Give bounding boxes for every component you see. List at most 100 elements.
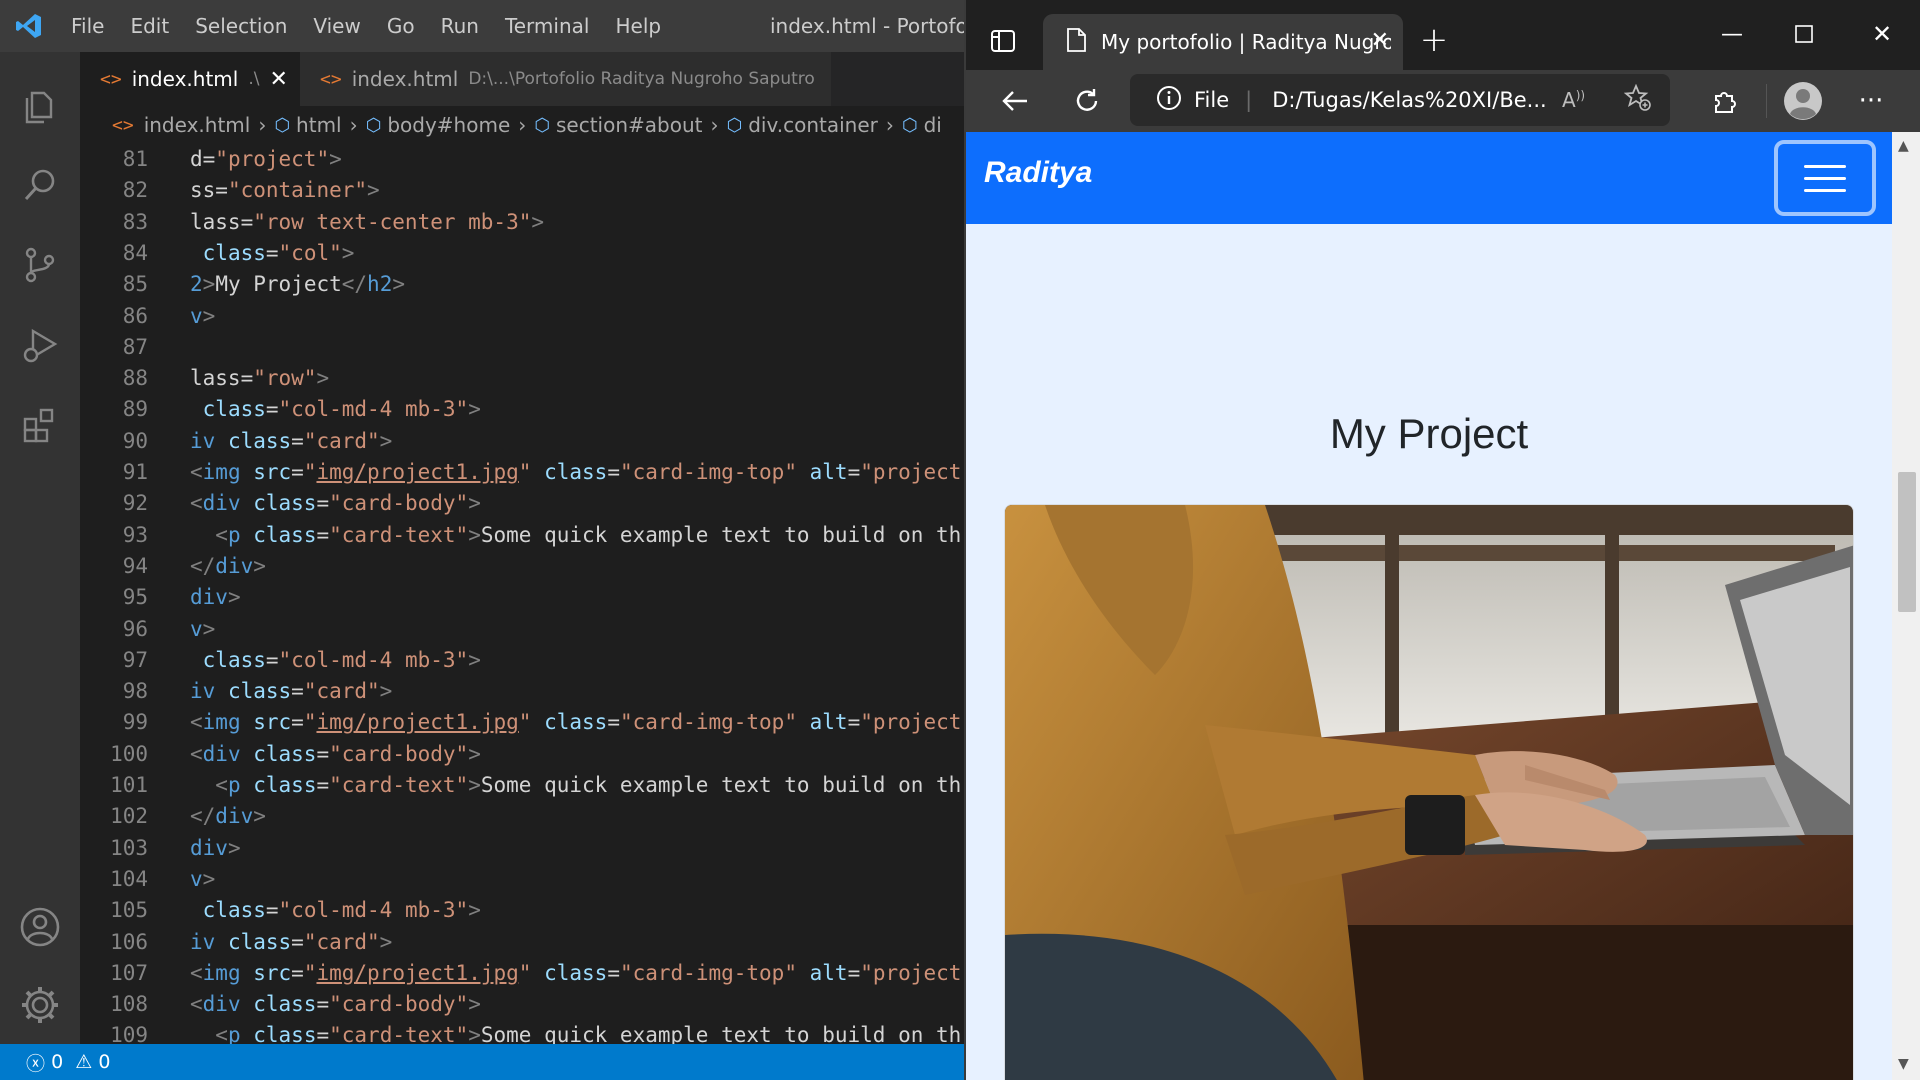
code-text[interactable]: <img src="img/project1.jpg" class="card-… bbox=[190, 958, 961, 989]
explorer-icon[interactable] bbox=[0, 70, 80, 140]
code-line[interactable]: 91 <img src="img/project1.jpg" class="car… bbox=[80, 457, 964, 488]
code-line[interactable]: 107 <img src="img/project1.jpg" class="ca… bbox=[80, 958, 964, 989]
more-options-icon[interactable]: ··· bbox=[1848, 78, 1894, 124]
breadcrumb-section[interactable]: ⬡ section#about bbox=[534, 113, 702, 137]
code-line[interactable]: 85 2>My Project</h2> bbox=[80, 269, 964, 300]
code-line[interactable]: 93 <p class="card-text">Some quick examp… bbox=[80, 520, 964, 551]
code-line[interactable]: 97 class="col-md-4 mb-3"> bbox=[80, 645, 964, 676]
code-line[interactable]: 109 <p class="card-text">Some quick exam… bbox=[80, 1020, 964, 1044]
settings-gear-icon[interactable] bbox=[0, 970, 80, 1040]
code-text[interactable]: v> bbox=[190, 301, 215, 332]
read-aloud-icon[interactable]: A)) bbox=[1562, 88, 1585, 112]
tab-actions-icon[interactable] bbox=[984, 22, 1022, 60]
code-text[interactable]: <p class="card-text">Some quick example … bbox=[190, 1020, 961, 1044]
code-text[interactable]: <div class="card-body"> bbox=[190, 989, 481, 1020]
refresh-icon[interactable] bbox=[1064, 78, 1110, 124]
code-line[interactable]: 86 v> bbox=[80, 301, 964, 332]
code-line[interactable]: 94 </div> bbox=[80, 551, 964, 582]
browser-tab-active[interactable]: My portofolio | Raditya Nugroho Saputro … bbox=[1043, 14, 1403, 70]
code-line[interactable]: 101 <p class="card-text">Some quick exam… bbox=[80, 770, 964, 801]
tab-index-html-other[interactable]: <> index.html D:\...\Portofolio Raditya … bbox=[300, 52, 831, 106]
breadcrumb-file[interactable]: <> index.html bbox=[112, 113, 250, 137]
scroll-up-arrow-icon[interactable]: ▲ bbox=[1898, 138, 1909, 154]
scroll-down-arrow-icon[interactable]: ▼ bbox=[1898, 1056, 1909, 1072]
code-text[interactable]: 2>My Project</h2> bbox=[190, 269, 405, 300]
code-line[interactable]: 83 lass="row text-center mb-3"> bbox=[80, 207, 964, 238]
code-text[interactable]: class="col-md-4 mb-3"> bbox=[190, 645, 481, 676]
code-line[interactable]: 98 iv class="card"> bbox=[80, 676, 964, 707]
maximize-icon[interactable] bbox=[1778, 10, 1830, 58]
code-line[interactable]: 89 class="col-md-4 mb-3"> bbox=[80, 394, 964, 425]
accounts-icon[interactable] bbox=[0, 892, 80, 962]
code-line[interactable]: 96 v> bbox=[80, 614, 964, 645]
error-count[interactable]: 0 bbox=[51, 1051, 63, 1073]
menu-help[interactable]: Help bbox=[602, 14, 674, 38]
code-text[interactable]: v> bbox=[190, 864, 215, 895]
code-line[interactable]: 88 lass="row"> bbox=[80, 363, 964, 394]
code-line[interactable]: 102 </div> bbox=[80, 801, 964, 832]
code-line[interactable]: 106 iv class="card"> bbox=[80, 927, 964, 958]
address-bar[interactable]: File | D:/Tugas/Kelas%20XI/Be... A)) bbox=[1130, 74, 1670, 126]
code-line[interactable]: 82 ss="container"> bbox=[80, 175, 964, 206]
warning-icon[interactable]: ⚠ bbox=[75, 1051, 92, 1073]
code-text[interactable]: div> bbox=[190, 582, 241, 613]
code-text[interactable]: <p class="card-text">Some quick example … bbox=[190, 520, 961, 551]
close-tab-icon[interactable]: ✕ bbox=[1371, 28, 1389, 53]
breadcrumb-container[interactable]: ⬡ div.container bbox=[726, 113, 877, 137]
window-close-icon[interactable]: ✕ bbox=[1854, 10, 1910, 58]
breadcrumb-div[interactable]: ⬡ di bbox=[902, 113, 942, 137]
breadcrumb-html[interactable]: ⬡ html bbox=[274, 113, 341, 137]
code-line[interactable]: 87 bbox=[80, 332, 964, 363]
code-text[interactable]: div> bbox=[190, 833, 241, 864]
page-scrollbar[interactable]: ▲ ▼ bbox=[1892, 132, 1920, 1080]
minimize-icon[interactable]: — bbox=[1706, 10, 1758, 58]
code-text[interactable]: <img src="img/project1.jpg" class="card-… bbox=[190, 457, 961, 488]
menu-run[interactable]: Run bbox=[428, 14, 492, 38]
code-text[interactable]: d="project"> bbox=[190, 144, 342, 175]
menu-view[interactable]: View bbox=[300, 14, 373, 38]
code-text[interactable]: <p class="card-text">Some quick example … bbox=[190, 770, 961, 801]
code-text[interactable]: iv class="card"> bbox=[190, 676, 392, 707]
code-editor[interactable]: 81 d="project"> 82 ss="container"> 83 lass="r… bbox=[80, 144, 964, 1044]
code-line[interactable]: 81 d="project"> bbox=[80, 144, 964, 175]
profile-avatar-icon[interactable] bbox=[1778, 76, 1828, 126]
menu-edit[interactable]: Edit bbox=[117, 14, 182, 38]
search-icon[interactable] bbox=[0, 150, 80, 220]
code-line[interactable]: 100 <div class="card-body"> bbox=[80, 739, 964, 770]
add-favorite-icon[interactable] bbox=[1623, 83, 1652, 117]
code-text[interactable]: lass="row"> bbox=[190, 363, 329, 394]
code-text[interactable]: <div class="card-body"> bbox=[190, 488, 481, 519]
code-line[interactable]: 90 iv class="card"> bbox=[80, 426, 964, 457]
warning-count[interactable]: 0 bbox=[98, 1051, 110, 1073]
code-line[interactable]: 104 v> bbox=[80, 864, 964, 895]
back-arrow-icon[interactable] bbox=[992, 78, 1038, 124]
code-text[interactable]: <div class="card-body"> bbox=[190, 739, 481, 770]
extensions-puzzle-icon[interactable] bbox=[1702, 78, 1748, 124]
menu-file[interactable]: File bbox=[58, 14, 117, 38]
close-icon[interactable]: ✕ bbox=[269, 67, 287, 92]
menu-go[interactable]: Go bbox=[374, 14, 428, 38]
tab-index-html-active[interactable]: <> index.html .\ ✕ bbox=[80, 52, 300, 106]
extensions-icon[interactable] bbox=[0, 390, 80, 460]
menu-terminal[interactable]: Terminal bbox=[492, 14, 603, 38]
code-line[interactable]: 92 <div class="card-body"> bbox=[80, 488, 964, 519]
code-text[interactable]: class="col-md-4 mb-3"> bbox=[190, 895, 481, 926]
code-line[interactable]: 99 <img src="img/project1.jpg" class="car… bbox=[80, 707, 964, 738]
code-line[interactable]: 95 div> bbox=[80, 582, 964, 613]
new-tab-plus-icon[interactable]: + bbox=[1412, 18, 1456, 62]
site-brand[interactable]: Raditya bbox=[984, 156, 1092, 190]
source-control-icon[interactable] bbox=[0, 230, 80, 300]
code-line[interactable]: 105 class="col-md-4 mb-3"> bbox=[80, 895, 964, 926]
scrollbar-thumb[interactable] bbox=[1898, 472, 1916, 612]
error-icon[interactable]: ⓧ bbox=[26, 1049, 45, 1076]
menu-selection[interactable]: Selection bbox=[182, 14, 300, 38]
code-text[interactable]: <img src="img/project1.jpg" class="card-… bbox=[190, 707, 961, 738]
site-info-icon[interactable] bbox=[1156, 85, 1182, 116]
code-text[interactable]: class="col"> bbox=[190, 238, 355, 269]
address-url[interactable]: D:/Tugas/Kelas%20XI/Be... bbox=[1272, 88, 1546, 112]
code-line[interactable]: 108 <div class="card-body"> bbox=[80, 989, 964, 1020]
code-line[interactable]: 84 class="col"> bbox=[80, 238, 964, 269]
code-line[interactable]: 103 div> bbox=[80, 833, 964, 864]
code-text[interactable]: iv class="card"> bbox=[190, 426, 392, 457]
code-text[interactable]: </div> bbox=[190, 551, 266, 582]
